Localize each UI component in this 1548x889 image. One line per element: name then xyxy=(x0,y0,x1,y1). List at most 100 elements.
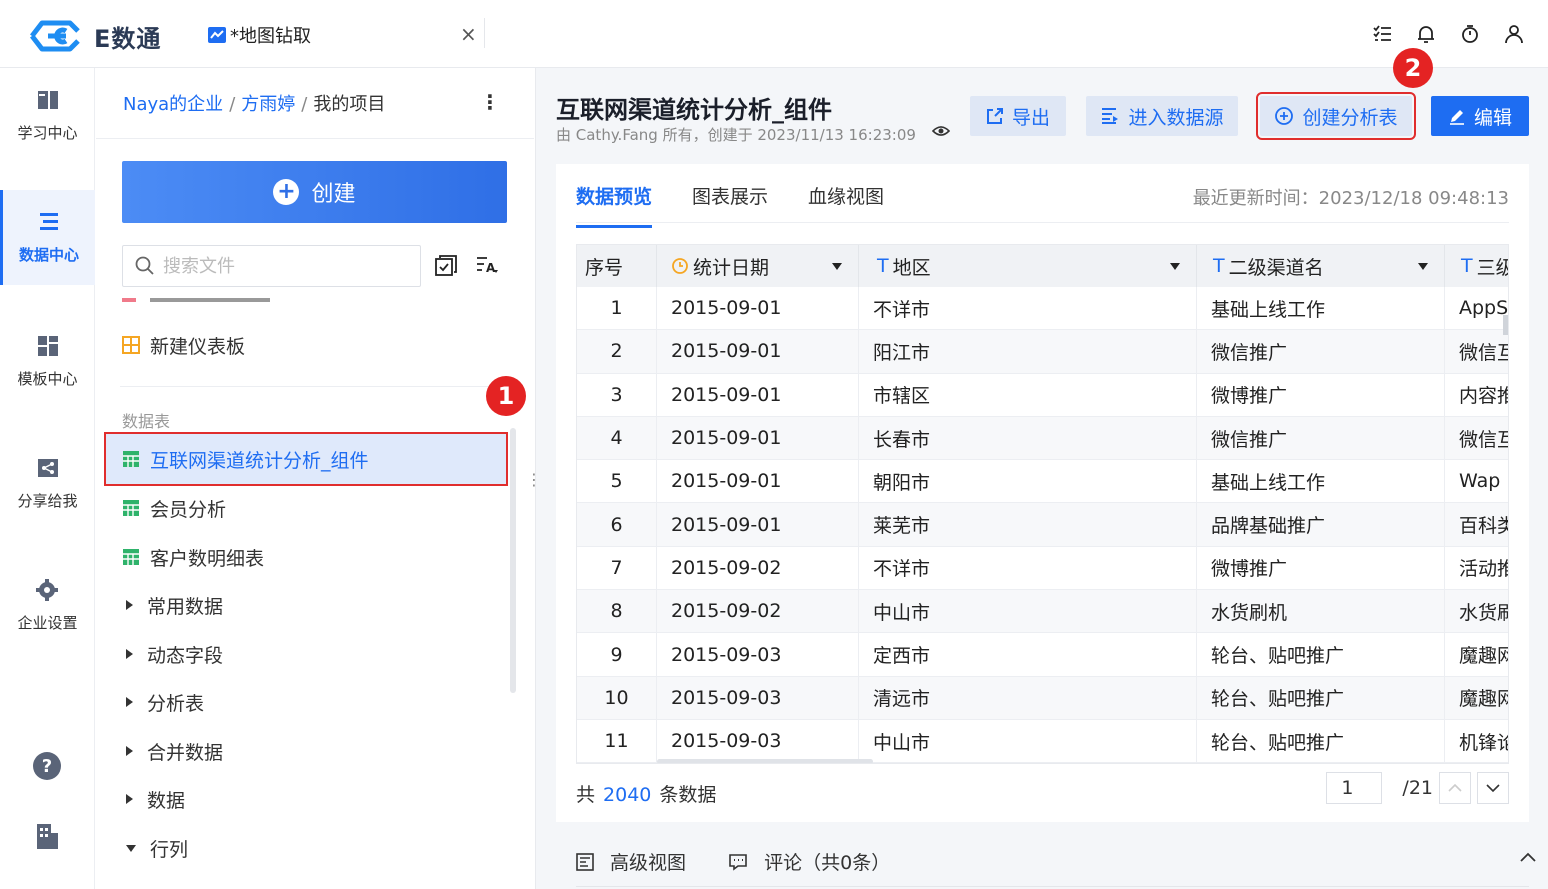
folder-item[interactable]: 数据 xyxy=(126,784,185,814)
list-item-table-selected[interactable]: 互联网渠道统计分析_组件 xyxy=(104,432,508,486)
advanced-view-button[interactable]: 高级视图 xyxy=(576,848,686,875)
sort-icon[interactable]: A xyxy=(474,253,500,279)
enter-datasource-button[interactable]: 进入数据源 xyxy=(1086,96,1238,136)
table-row[interactable]: 62015-09-01莱芜市品牌基础推广百科类 xyxy=(577,503,1508,547)
cell-region: 定西市 xyxy=(859,633,1197,676)
create-button[interactable]: + 创建 xyxy=(122,161,507,223)
cell-date: 2015-09-01 xyxy=(657,330,859,373)
next-page-button[interactable] xyxy=(1477,772,1509,804)
folder-item[interactable]: 行列 xyxy=(126,833,188,863)
table-row[interactable]: 102015-09-03清远市轮台、贴吧推广魔趣网 xyxy=(577,676,1508,720)
page-input[interactable]: 1 xyxy=(1326,772,1383,804)
cell-channel-l2: 轮台、贴吧推广 xyxy=(1197,676,1445,719)
table-row[interactable]: 72015-09-02不详市微博推广活动推 xyxy=(577,546,1508,591)
building-icon[interactable] xyxy=(32,821,62,851)
column-header-region[interactable]: T 地区 xyxy=(859,245,1197,287)
section-label: 数据表 xyxy=(122,412,171,431)
rail-item-settings[interactable]: 企业设置 xyxy=(0,558,95,653)
record-count-suffix: 条数据 xyxy=(659,784,717,806)
create-analysis-table-button[interactable]: 创建分析表 xyxy=(1256,92,1416,140)
brand-logo[interactable]: E数通 xyxy=(26,18,161,54)
column-header-label: 地区 xyxy=(892,256,931,279)
page-title: 互联网渠道统计分析_组件 xyxy=(556,96,832,124)
user-icon[interactable] xyxy=(1502,22,1526,46)
export-button[interactable]: 导出 xyxy=(970,96,1066,136)
table-row[interactable]: 22015-09-01阳江市微信推广微信互 xyxy=(577,330,1508,374)
folder-item[interactable]: 分析表 xyxy=(126,687,204,717)
cell-channel-l3: 微信互 xyxy=(1445,330,1508,372)
cell-region: 清远市 xyxy=(859,676,1197,719)
cell-channel-l3: AppSt xyxy=(1445,287,1508,329)
chevron-down-icon[interactable] xyxy=(1166,259,1184,273)
chevron-down-icon[interactable] xyxy=(828,259,846,273)
cell-channel-l3: 魔趣网 xyxy=(1445,677,1508,719)
folder-item[interactable]: 合并数据 xyxy=(126,736,223,766)
breadcrumb-user[interactable]: 方雨婷 xyxy=(241,94,295,115)
caret-right-icon xyxy=(126,600,133,610)
column-header-channel-l3[interactable]: T 三级 xyxy=(1445,245,1508,287)
cell-channel-l3: 内容推 xyxy=(1445,374,1508,416)
edit-button[interactable]: 编辑 xyxy=(1431,96,1529,136)
chevron-up-icon[interactable] xyxy=(1520,852,1536,862)
breadcrumb-separator: / xyxy=(301,94,308,115)
rail-item-learning[interactable]: 学习中心 xyxy=(0,68,95,163)
cell-date: 2015-09-03 xyxy=(657,633,859,676)
rail-item-data-center[interactable]: 数据中心 xyxy=(0,190,95,285)
cell-channel-l2: 轮台、贴吧推广 xyxy=(1197,633,1445,676)
folder-item[interactable]: 常用数据 xyxy=(126,590,223,620)
chevron-down-icon[interactable] xyxy=(1414,259,1432,273)
comments-button[interactable]: 评论（共0条） xyxy=(728,848,890,875)
total-pages: /21 xyxy=(1402,777,1433,799)
cell-channel-l2: 微信推广 xyxy=(1197,416,1445,460)
batch-select-icon[interactable] xyxy=(433,253,459,279)
list-item-label: 互联网渠道统计分析_组件 xyxy=(150,449,369,472)
table-row[interactable]: 12015-09-01不详市基础上线工作AppSt xyxy=(577,287,1508,331)
eye-icon[interactable] xyxy=(932,124,950,138)
column-header-channel-l2[interactable]: T 二级渠道名 xyxy=(1197,245,1445,287)
vertical-scrollbar[interactable] xyxy=(1503,315,1508,335)
svg-text:A: A xyxy=(486,261,496,275)
table-row[interactable]: 112015-09-03中山市轮台、贴吧推广机锋论 xyxy=(577,719,1508,763)
tab-map-drill[interactable]: *地图钻取 xyxy=(208,22,311,48)
top-bar: E数通 *地图钻取 × xyxy=(0,0,1548,68)
list-item-table[interactable]: 会员分析 xyxy=(106,483,506,533)
list-check-icon[interactable] xyxy=(1370,22,1394,46)
column-header-index[interactable]: 序号 xyxy=(577,245,657,287)
folder-label: 动态字段 xyxy=(147,644,224,667)
close-icon[interactable]: × xyxy=(460,22,477,46)
help-icon[interactable]: ? xyxy=(32,751,62,781)
table-row[interactable]: 42015-09-01长春市微信推广微信互 xyxy=(577,416,1508,461)
list-item-dashboard[interactable]: 新建仪表板 xyxy=(106,320,506,370)
folder-item[interactable]: 动态字段 xyxy=(126,639,223,669)
table-row[interactable]: 92015-09-03定西市轮台、贴吧推广魔趣网 xyxy=(577,633,1508,677)
breadcrumb-org[interactable]: Naya的企业 xyxy=(123,94,223,115)
cell-date: 2015-09-01 xyxy=(657,287,859,330)
cell-channel-l2: 微博推广 xyxy=(1197,373,1445,416)
caret-right-icon xyxy=(126,697,133,707)
rail-item-templates[interactable]: 模板中心 xyxy=(0,314,95,409)
table-row[interactable]: 5 2015-09-01 朝阳市 基础上线工作 Wap xyxy=(577,460,1508,504)
list-item-table[interactable]: 客户数明细表 xyxy=(106,532,506,582)
rail-item-shared[interactable]: 分享给我 xyxy=(0,436,95,531)
prev-page-button[interactable] xyxy=(1439,772,1471,804)
horizontal-scrollbar[interactable] xyxy=(657,759,873,763)
export-icon xyxy=(986,108,1003,124)
cell-region: 中山市 xyxy=(859,719,1197,763)
cell-index: 3 xyxy=(577,373,657,416)
column-header-date[interactable]: 统计日期 xyxy=(657,245,859,287)
table-row[interactable]: 82015-09-02中山市水货刷机水货刷 xyxy=(577,590,1508,634)
template-grid-icon xyxy=(37,336,58,356)
stopwatch-icon[interactable] xyxy=(1458,22,1482,46)
edit-label: 编辑 xyxy=(1473,106,1512,129)
cell-index: 6 xyxy=(577,503,657,546)
cell-date: 2015-09-01 xyxy=(657,503,859,546)
scrollbar[interactable] xyxy=(510,428,516,693)
main-content: 互联网渠道统计分析_组件 由 Cathy.Fang 所有，创建于 2023/11… xyxy=(535,48,1548,889)
bell-icon[interactable] xyxy=(1414,22,1438,46)
more-vertical-icon[interactable]: ⋮ xyxy=(480,90,500,114)
cell-date: 2015-09-03 xyxy=(657,719,859,763)
search-input[interactable] xyxy=(163,255,403,277)
cell-channel-l3: 微信互 xyxy=(1445,417,1508,459)
brand-logo-icon xyxy=(30,20,80,52)
table-row[interactable]: 32015-09-01市辖区微博推广内容推 xyxy=(577,373,1508,417)
